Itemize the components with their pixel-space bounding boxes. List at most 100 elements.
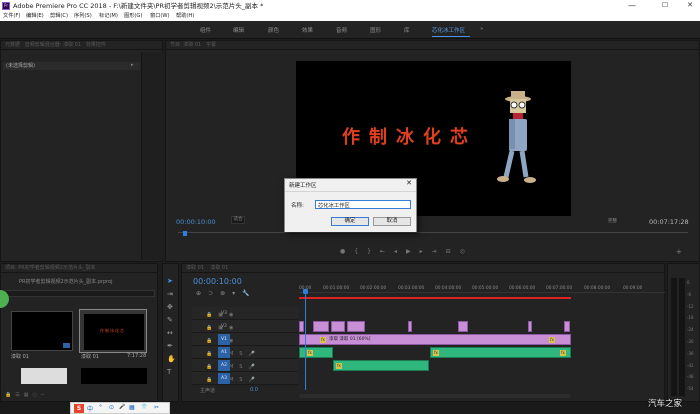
tab-effect-controls[interactable]: 效果控件	[86, 42, 106, 48]
linked-selection-icon[interactable]: ⊗	[220, 290, 232, 297]
tab-metadata[interactable]: 元数据	[5, 42, 20, 48]
toolbox-icon[interactable]: ✂	[154, 404, 159, 411]
workspace-tab-editing[interactable]: 编辑	[233, 26, 244, 34]
program-timecode-current[interactable]: 00:00:10:00	[176, 218, 216, 226]
v2-clip[interactable]	[313, 321, 329, 332]
panel-menu-arrow-icon[interactable]: ▸	[131, 62, 134, 68]
menu-window[interactable]: 窗口(W)	[150, 12, 170, 21]
keyboard-icon[interactable]: ▦	[129, 404, 135, 411]
type-tool-icon[interactable]: T	[167, 366, 176, 379]
v2-clip[interactable]	[528, 321, 532, 332]
ok-button[interactable]: 确定	[331, 217, 369, 226]
v2-lock-icon[interactable]: 🔒▣◉	[206, 322, 261, 335]
menu-graphics[interactable]: 图形(G)	[124, 12, 142, 21]
v2-clip[interactable]	[299, 321, 304, 332]
ime-mode-icon[interactable]: 中	[87, 404, 93, 413]
project-search-input[interactable]	[5, 290, 155, 297]
v2-clip[interactable]	[331, 321, 345, 332]
track-label-a1[interactable]: A1	[218, 347, 230, 358]
add-button-icon[interactable]: +	[676, 248, 682, 256]
v3-lock-icon[interactable]: 🔒▣◉	[206, 309, 261, 322]
workspace-tab-custom[interactable]: 芯化冰工作区	[432, 26, 465, 34]
sogou-ime-icon[interactable]: S	[74, 404, 84, 413]
a2-lock-icon[interactable]: 🔒▣MS🎤	[206, 361, 261, 374]
track-label-v1[interactable]: V1	[218, 334, 230, 345]
add-marker-button-icon[interactable]: ●	[340, 248, 354, 255]
workspace-tab-color[interactable]: 颜色	[268, 26, 279, 34]
v2-clip[interactable]	[458, 321, 468, 332]
hand-tool-icon[interactable]: ✋	[167, 353, 176, 366]
menu-sequence[interactable]: 序列(S)	[74, 12, 92, 21]
v1-lock-icon[interactable]: 🔒▣◉	[206, 335, 261, 348]
minimize-button[interactable]: —	[622, 0, 642, 12]
maximize-button[interactable]: ☐	[655, 0, 675, 12]
go-to-in-button-icon[interactable]: ⇤	[380, 248, 394, 255]
close-window-button[interactable]: ✕	[680, 0, 700, 12]
step-forward-button-icon[interactable]: ▸	[420, 248, 432, 255]
menu-edit[interactable]: 编辑(E)	[26, 12, 44, 21]
timeline-timecode[interactable]: 00:00:10:00	[193, 277, 242, 286]
emoji-icon[interactable]: ⊙	[109, 404, 114, 411]
master-track-value[interactable]: 0.0	[250, 387, 258, 393]
zoom-fit-select[interactable]: 适合	[231, 216, 245, 224]
dialog-close-button[interactable]: ✕	[406, 179, 412, 187]
add-marker-icon[interactable]: ▾	[232, 290, 242, 297]
menu-file[interactable]: 文件(F)	[3, 12, 20, 21]
play-button-icon[interactable]: ▶	[406, 248, 420, 255]
workspace-tab-effects[interactable]: 效果	[302, 26, 313, 34]
project-thumbnail-2[interactable]: 作制冰化芯	[79, 309, 147, 353]
a2-clip[interactable]: fx	[333, 360, 429, 371]
workspace-more-button[interactable]: »	[480, 26, 483, 32]
track-label-v3[interactable]: V3	[218, 308, 230, 319]
skin-icon[interactable]: 👕	[141, 404, 147, 410]
project-thumbnail-1[interactable]	[11, 311, 73, 351]
slip-tool-icon[interactable]: ↔	[167, 327, 176, 340]
lift-button-icon[interactable]: ⊟	[446, 248, 460, 255]
project-thumbnail-4[interactable]	[81, 368, 147, 384]
menu-marker[interactable]: 标记(M)	[99, 12, 118, 21]
timeline-scrollbar[interactable]	[299, 394, 571, 398]
zoom-slider-icon[interactable]: ○─	[32, 392, 47, 398]
workspace-name-input[interactable]	[315, 200, 411, 209]
workspace-tab-assembly[interactable]: 组件	[200, 26, 211, 34]
snap-icon[interactable]: ⊃	[208, 290, 220, 297]
workspace-tab-audio[interactable]: 音频	[336, 26, 347, 34]
menu-clip[interactable]: 剪辑(C)	[50, 12, 68, 21]
step-back-button-icon[interactable]: ◂	[394, 248, 406, 255]
tab-captions[interactable]: 字幕	[206, 42, 216, 48]
a1-clip[interactable]: fx fx	[430, 347, 571, 358]
ripple-edit-tool-icon[interactable]: ✥	[167, 301, 176, 314]
workspace-tab-libraries[interactable]: 库	[404, 26, 410, 34]
tab-program[interactable]: 节目: 漆取 01	[170, 42, 201, 48]
track-label-v2[interactable]: V2	[218, 321, 230, 332]
tab-audio-mixer[interactable]: 音频剪辑混合器: 漆取 01	[25, 42, 81, 48]
work-area-bar[interactable]	[299, 297, 571, 299]
workspace-tab-graphics[interactable]: 图形	[370, 26, 381, 34]
timeline-tab-2[interactable]: 漆取 01	[210, 265, 228, 271]
list-view-icon[interactable]: ☰	[15, 392, 23, 398]
voice-input-icon[interactable]: 🎤	[119, 404, 125, 410]
pen-tool-icon[interactable]: ✒	[167, 340, 176, 353]
go-to-out-button-icon[interactable]: ⇥	[432, 248, 446, 255]
razor-tool-icon[interactable]: ✎	[167, 314, 176, 327]
punctuation-icon[interactable]: °	[99, 404, 102, 411]
track-label-a3[interactable]: A3	[218, 373, 230, 384]
program-scrubber[interactable]	[178, 232, 688, 235]
export-frame-button-icon[interactable]: ◎	[460, 248, 474, 255]
mark-in-button-icon[interactable]: {	[354, 248, 367, 255]
program-playhead[interactable]	[183, 231, 187, 236]
v2-clip[interactable]	[564, 321, 570, 332]
selection-tool-icon[interactable]: ➤	[167, 275, 176, 288]
lock-icon[interactable]: 🔒	[5, 392, 15, 398]
timeline-settings-icon[interactable]: 🔧	[242, 290, 256, 297]
menu-help[interactable]: 帮助(H)	[176, 12, 194, 21]
v2-clip[interactable]	[347, 321, 365, 332]
project-thumbnail-3[interactable]	[21, 368, 67, 384]
resolution-select[interactable]: 完整	[608, 218, 617, 224]
a3-lock-icon[interactable]: 🔒▣MS🎤	[206, 374, 261, 387]
track-label-a2[interactable]: A2	[218, 360, 230, 371]
cancel-button[interactable]: 取消	[373, 217, 411, 226]
v2-clip[interactable]	[408, 321, 412, 332]
tab-project[interactable]: 项目: PR初学者剪辑视频2示范片头_副本	[5, 265, 95, 271]
nest-icon[interactable]: ⊕	[196, 290, 208, 297]
